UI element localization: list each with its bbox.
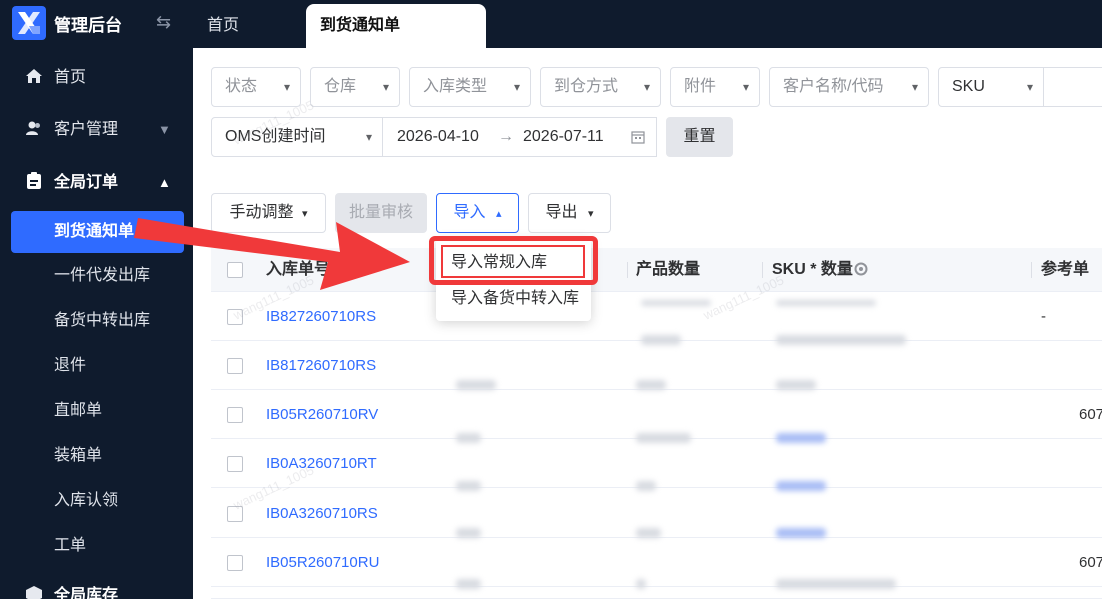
menu-item-import-transfer[interactable]: 导入备货中转入库 [436,282,591,316]
annotation-inner-box [441,245,585,278]
